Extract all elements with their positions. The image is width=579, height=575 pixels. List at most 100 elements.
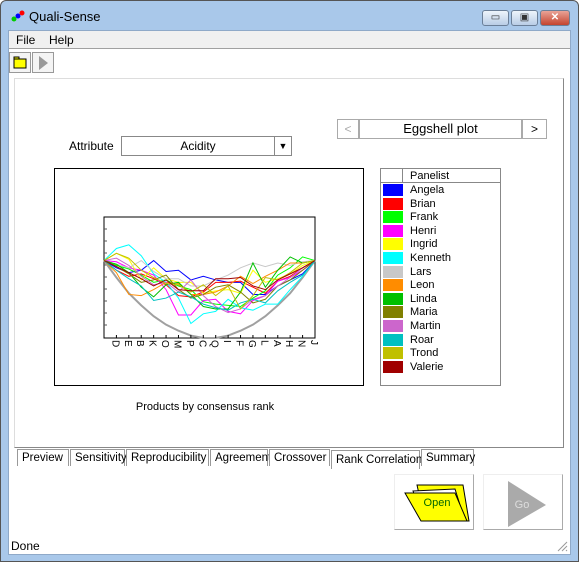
x-tick-label: G xyxy=(246,340,257,348)
legend-swatch xyxy=(383,211,403,224)
panelist-legend: Panelist Angela Brian Frank Henri Ingrid Kenn… xyxy=(380,168,501,386)
x-tick-label: E xyxy=(122,340,133,347)
tab-agreement[interactable]: Agreement xyxy=(210,449,271,466)
legend-label: Lars xyxy=(410,265,432,278)
legend-label: Linda xyxy=(410,292,437,305)
legend-label: Roar xyxy=(410,333,434,346)
legend-item: Martin xyxy=(381,319,500,333)
legend-swatch xyxy=(383,251,403,264)
legend-label: Ingrid xyxy=(410,238,438,251)
legend-swatch xyxy=(383,224,403,237)
legend-item: Trond xyxy=(381,346,500,360)
legend-swatch xyxy=(383,184,403,196)
close-button[interactable]: ✕ xyxy=(540,10,570,26)
chevron-down-icon[interactable]: ▼ xyxy=(274,137,291,155)
app-logo-icon xyxy=(11,10,25,22)
legend-label: Martin xyxy=(410,319,441,332)
menu-file[interactable]: File xyxy=(16,33,35,47)
legend-item: Kenneth xyxy=(381,251,500,265)
open-button[interactable]: Open xyxy=(394,474,474,530)
legend-item: Leon xyxy=(381,278,500,292)
x-tick-label: Q xyxy=(209,340,220,348)
x-tick-label: P xyxy=(184,340,195,347)
tab-preview[interactable]: Preview xyxy=(17,449,69,466)
x-tick-label: C xyxy=(196,340,207,347)
status-text: Done xyxy=(11,539,40,553)
eggshell-chart: DEBKOMPCQIFGLAHNJ xyxy=(54,168,364,386)
open-folder-icon: Open xyxy=(404,484,470,522)
legend-label: Trond xyxy=(410,347,439,360)
open-label: Open xyxy=(424,497,451,509)
legend-swatch xyxy=(383,319,403,332)
x-tick-label: L xyxy=(258,340,269,346)
x-tick-label: M xyxy=(171,340,182,348)
title-bar[interactable]: Quali-Sense ▭ ▣ ✕ xyxy=(1,1,578,29)
x-tick-label: A xyxy=(271,340,282,347)
maximize-button[interactable]: ▣ xyxy=(511,10,538,26)
attribute-select[interactable]: Acidity ▼ xyxy=(121,136,292,156)
go-arrow-icon: Go xyxy=(508,481,546,527)
legend-label: Leon xyxy=(410,279,435,292)
legend-swatch xyxy=(383,265,403,278)
legend-item: Maria xyxy=(381,305,500,319)
legend-item: Lars xyxy=(381,265,500,279)
legend-label: Brian xyxy=(410,197,436,210)
legend-item: Valerie xyxy=(381,360,500,374)
legend-label: Maria xyxy=(410,306,438,319)
x-tick-label: I xyxy=(221,340,232,343)
client-area: File Help < Eggshell plot > Attribute Ac… xyxy=(8,30,571,555)
legend-label: Angela xyxy=(410,184,445,196)
menu-help[interactable]: Help xyxy=(49,33,74,47)
go-button[interactable]: Go xyxy=(483,474,563,530)
menu-bar: File Help xyxy=(9,31,570,49)
minimize-button[interactable]: ▭ xyxy=(482,10,509,26)
legend-label: Valerie xyxy=(410,360,444,373)
play-icon xyxy=(39,56,48,70)
toolbar-open-button[interactable] xyxy=(9,52,31,73)
x-tick-label: J xyxy=(308,340,319,345)
tab-reproducibility[interactable]: Reproducibility xyxy=(126,449,209,466)
legend-header: Panelist xyxy=(410,170,450,182)
attribute-value: Acidity xyxy=(180,139,216,153)
tab-summary[interactable]: Summary xyxy=(421,449,475,466)
tab-rank-correlation[interactable]: Rank Correlation xyxy=(331,450,422,469)
x-tick-label: N xyxy=(296,340,307,347)
legend-item: Roar xyxy=(381,333,500,347)
toolbar-go-button[interactable] xyxy=(32,52,54,73)
next-view-button[interactable]: > xyxy=(522,119,547,139)
legend-item: Linda xyxy=(381,292,500,306)
legend-item: Henri xyxy=(381,224,500,238)
legend-item: Ingrid xyxy=(381,237,500,251)
legend-swatch xyxy=(383,292,403,305)
attribute-label: Attribute xyxy=(69,139,114,153)
main-panel: < Eggshell plot > Attribute Acidity ▼ DE… xyxy=(14,78,564,448)
go-label: Go xyxy=(515,499,530,511)
tab-sensitivity[interactable]: Sensitivity xyxy=(70,449,127,466)
legend-swatch xyxy=(383,333,403,346)
legend-label: Kenneth xyxy=(410,251,451,264)
x-tick-label: F xyxy=(234,340,245,346)
x-axis-label: Products by consensus rank xyxy=(135,401,275,413)
legend-swatch xyxy=(383,347,403,360)
legend-swatch xyxy=(383,238,403,251)
legend-label: Frank xyxy=(410,211,439,224)
x-tick-label: D xyxy=(109,340,120,347)
folder-icon xyxy=(13,56,27,69)
x-tick-label: B xyxy=(134,340,145,347)
tab-crossover[interactable]: Crossover xyxy=(269,449,330,466)
app-window: Quali-Sense ▭ ▣ ✕ File Help < Eggshell p… xyxy=(0,0,579,562)
resize-grip-icon[interactable] xyxy=(556,540,568,552)
x-tick-label: H xyxy=(283,340,294,347)
prev-view-button[interactable]: < xyxy=(337,119,359,139)
x-tick-label: O xyxy=(159,340,170,348)
legend-swatch xyxy=(383,279,403,292)
legend-item: Angela xyxy=(381,183,500,197)
legend-swatch xyxy=(383,306,403,319)
legend-item: Brian xyxy=(381,197,500,211)
legend-item: Frank xyxy=(381,210,500,224)
view-title: Eggshell plot xyxy=(359,119,522,139)
legend-swatch xyxy=(383,197,403,210)
x-tick-label: K xyxy=(147,340,158,347)
legend-swatch xyxy=(383,360,403,373)
legend-label: Henri xyxy=(410,224,437,237)
